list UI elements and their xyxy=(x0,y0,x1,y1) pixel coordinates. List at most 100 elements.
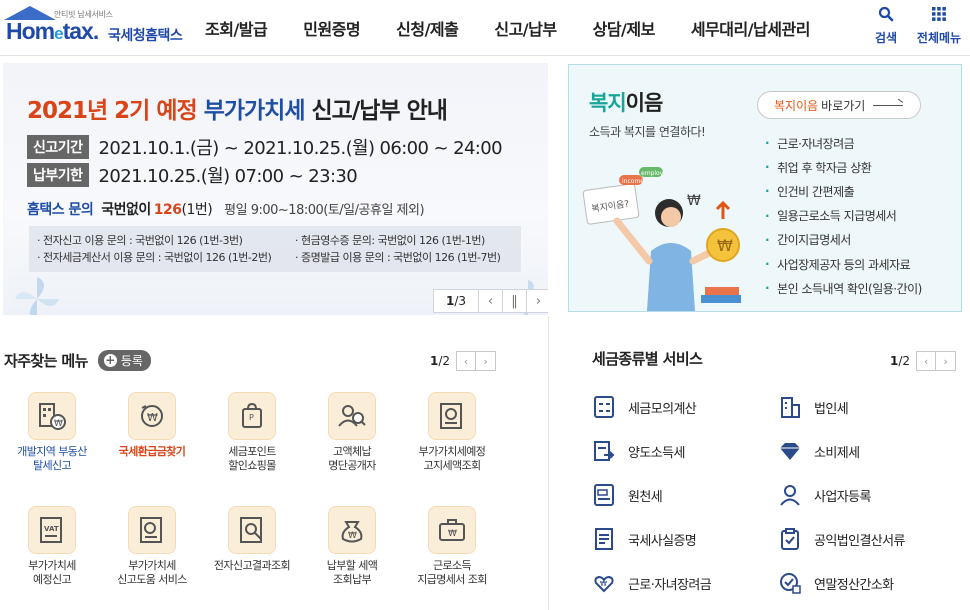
tax-services-page-indicator: 1/2 xyxy=(890,354,910,368)
nav-item-consult-tip[interactable]: 상담/제보 xyxy=(593,16,656,40)
banner-page-indicator: 1/3 xyxy=(434,294,478,308)
welfare-item[interactable]: · 인건비 간편제출 xyxy=(765,179,922,203)
banner-controls: 1/3 ‹ ‖ › xyxy=(433,289,548,313)
result-search-icon xyxy=(228,506,276,554)
fav-label-line: 예정신고 xyxy=(32,573,72,586)
illustration-bubble-2: employ xyxy=(641,170,664,177)
fav-item-payroll-statement[interactable]: ₩ 근로소득 지급명세서 조회 xyxy=(402,506,502,587)
tax-services-prev-button[interactable]: ‹ xyxy=(916,351,937,371)
fav-label-line: 전자신고결과조회 xyxy=(213,559,291,572)
payment-due-tag: 납부기한 xyxy=(27,163,89,187)
fav-item-delinquent-list[interactable]: 고액체납 명단공개자 xyxy=(302,392,402,473)
fav-item-vat-preliminary-filing[interactable]: VAT 부가가치세 예정신고 xyxy=(2,506,102,587)
tax-services-next-button[interactable]: › xyxy=(936,351,957,371)
fav-item-e-filing-result[interactable]: 전자신고결과조회 xyxy=(202,506,302,573)
tax-services-title: 세금종류별 서비스 xyxy=(592,349,703,368)
nav-item-civil-certificate[interactable]: 민원증명 xyxy=(303,16,360,40)
nav-item-inquiry-issue[interactable]: 조회/발급 xyxy=(205,16,268,40)
fav-label-line: 할인쇼핑몰 xyxy=(228,459,276,472)
inquiry-prefix: 국번없이 xyxy=(101,202,151,218)
building-report-icon: ₩ xyxy=(28,392,76,440)
tax-item-public-interest-settlement[interactable]: 공익법인결산서류 xyxy=(776,524,905,554)
section-divider xyxy=(548,316,549,610)
welfare-item[interactable]: · 본인 소득내역 확인(일용·간이) xyxy=(765,276,922,300)
tax-item-consumption-tax[interactable]: 소비제세 xyxy=(776,436,860,466)
fav-label-line: 부가가치세 xyxy=(28,559,76,572)
bullet-icon: · xyxy=(765,136,770,151)
tax-item-corporate-tax[interactable]: 법인세 xyxy=(776,392,849,422)
nav-item-tax-agent[interactable]: 세무대리/납세관리 xyxy=(691,16,811,40)
fav-item-tax-due-payment[interactable]: ₩ 납부할 세액 조회납부 xyxy=(302,506,402,587)
fav-item-vat-notice-search[interactable]: 부가가치세예정 고지세액조회 xyxy=(402,392,502,473)
inquiry-line-text: · 증명발급 이용 문의 : 국번없이 126 (1번-7번) xyxy=(295,251,501,264)
inquiry-number: 126 xyxy=(153,202,182,218)
welfare-item-label: 본인 소득내역 확인(일용·간이) xyxy=(777,281,922,296)
bullet-icon: · xyxy=(765,184,770,199)
tax-item-capital-gains[interactable]: 양도소득세 xyxy=(590,436,685,466)
tax-item-fact-certificate[interactable]: 국세사실증명 xyxy=(590,524,697,554)
filing-period-row: 신고기간 2021.10.1.(금) ~ 2021.10.25.(월) 06:0… xyxy=(27,135,503,159)
chevron-left-icon: ‹ xyxy=(463,354,469,368)
banner-next-button[interactable]: › xyxy=(526,290,548,312)
fav-label-line: 고액체납 xyxy=(332,445,372,458)
point-bag-icon: P xyxy=(228,392,276,440)
tax-item-label: 원천세 xyxy=(628,489,663,505)
tax-services-pager: 1/2 ‹ › xyxy=(890,351,957,371)
all-menu-button[interactable]: 전체메뉴 xyxy=(912,6,966,46)
welfare-item-label: 인건비 간편제출 xyxy=(777,184,855,199)
welfare-button-name: 복지이음 xyxy=(774,98,819,113)
heart-hands-icon: ₩ xyxy=(590,569,618,597)
search-button[interactable]: 검색 xyxy=(870,6,902,46)
refund-coin-icon: ₩ xyxy=(128,392,176,440)
fav-item-label: 부가가치세 신고도움 서비스 xyxy=(102,559,202,587)
hometax-main-page: 안티빗 납세서비스 Hometax. 국세청홈택스 조회/발급 민원증명 신청/… xyxy=(0,0,970,610)
welfare-shortcut-button[interactable]: 복지이음 바로가기 xyxy=(757,91,921,119)
welfare-item[interactable]: · 취업 후 학자금 상환 xyxy=(765,155,922,179)
welfare-item[interactable]: · 간이지급명세서 xyxy=(765,228,922,252)
nav-item-apply-submit[interactable]: 신청/제출 xyxy=(396,16,459,40)
banner-prev-button[interactable]: ‹ xyxy=(478,290,502,312)
welfare-item-label: 근로·자녀장려금 xyxy=(777,136,855,151)
welfare-title: 복지이음 xyxy=(589,87,664,117)
welfare-item[interactable]: · 사업장제공자 등의 과세자료 xyxy=(765,252,922,276)
banner-pause-button[interactable]: ‖ xyxy=(502,290,526,312)
money-bag-icon: ₩ xyxy=(328,506,376,554)
header: 안티빗 납세서비스 Hometax. 국세청홈택스 조회/발급 민원증명 신청/… xyxy=(0,0,970,56)
fav-item-real-estate-report[interactable]: ₩ 개발지역 부동산 탈세신고 xyxy=(2,392,102,473)
fav-label-line: 개발지역 부동산 xyxy=(17,445,87,458)
fav-label-line: 신고도움 서비스 xyxy=(117,573,187,586)
favorites-page-indicator: 1/2 xyxy=(430,354,450,368)
tax-item-year-end-settlement[interactable]: 연말정산간소화 xyxy=(776,568,894,598)
tax-item-simulation[interactable]: 세금모의계산 xyxy=(590,392,697,422)
welfare-item[interactable]: · 근로·자녀장려금 xyxy=(765,131,922,155)
arrow-right-icon xyxy=(873,104,904,106)
banner-title: 2021년 2기 예정 부가가치세 신고/납부 안내 xyxy=(27,91,448,125)
favorites-next-button[interactable]: › xyxy=(476,351,497,371)
filing-period-value: 2021.10.1.(금) ~ 2021.10.25.(월) 06:00 ~ 2… xyxy=(98,138,503,159)
plus-icon: + xyxy=(103,352,117,367)
vat-notice-icon xyxy=(428,392,476,440)
fav-item-label: 세금포인트 할인쇼핑몰 xyxy=(202,445,302,473)
chevron-right-icon: › xyxy=(943,354,948,368)
fav-item-vat-help-service[interactable]: 부가가치세 신고도움 서비스 xyxy=(102,506,202,587)
favorites-pager: 1/2 ‹ › xyxy=(430,351,497,371)
tax-services-header: 세금종류별 서비스 xyxy=(592,346,703,370)
hometax-logo[interactable]: 안티빗 납세서비스 Hometax. 국세청홈택스 xyxy=(4,4,194,48)
bullet-icon: · xyxy=(765,208,770,223)
fav-label-line: 부가가치세 xyxy=(128,559,176,572)
inquiry-info: 홈택스 문의 국번없이 126(1번) 평일 9:00~18:00(토/일/공휴일… xyxy=(27,199,425,219)
register-menu-button[interactable]: + 등록 xyxy=(97,349,151,371)
welfare-item[interactable]: · 일용근로소득 지급명세서 xyxy=(765,204,922,228)
vat-notice-banner[interactable]: 2021년 2기 예정 부가가치세 신고/납부 안내 신고기간 2021.10.… xyxy=(3,63,548,315)
nav-item-report-pay[interactable]: 신고/납부 xyxy=(494,16,557,40)
tax-item-business-registration[interactable]: 사업자등록 xyxy=(776,480,871,510)
fav-item-label: 부가가치세 예정신고 xyxy=(2,559,102,587)
welfare-title-b: 이음 xyxy=(625,91,664,115)
favorites-prev-button[interactable]: ‹ xyxy=(456,351,477,371)
fav-item-tax-point-mall[interactable]: P 세금포인트 할인쇼핑몰 xyxy=(202,392,302,473)
fav-item-refund-search[interactable]: ₩ 국세환급금찾기 xyxy=(102,392,202,459)
tax-item-earned-income-credit[interactable]: ₩ 근로·자녀장려금 xyxy=(590,568,712,598)
bullet-icon: · xyxy=(765,257,770,272)
chevron-right-icon: › xyxy=(535,293,542,309)
tax-item-withholding[interactable]: 원천세 xyxy=(590,480,663,510)
